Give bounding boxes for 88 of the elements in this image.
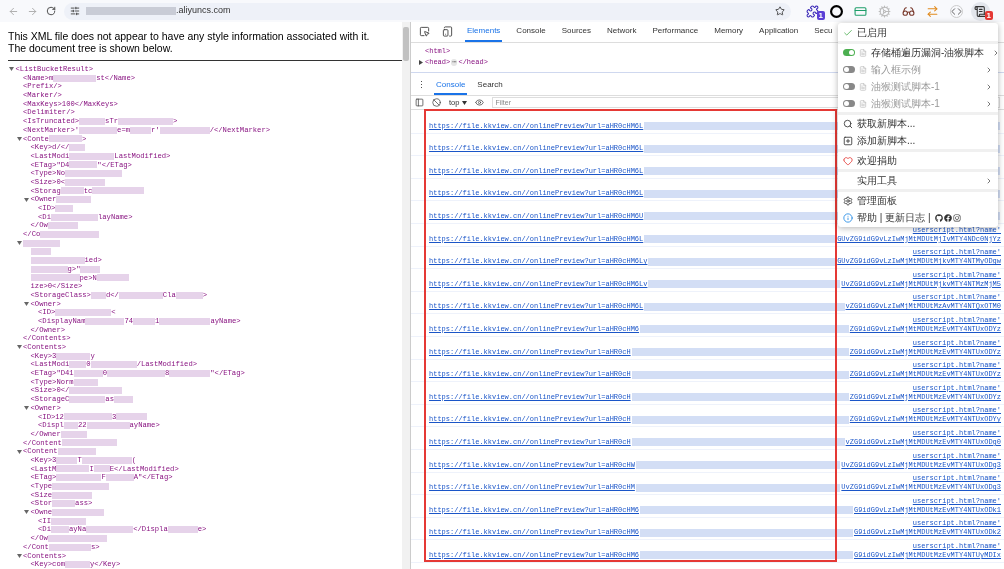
menu-item[interactable]: 实用工具 bbox=[838, 172, 998, 189]
devtools-tab[interactable]: Secu bbox=[812, 21, 835, 42]
scrollbar[interactable] bbox=[402, 22, 410, 569]
devtools-tab[interactable]: Network bbox=[605, 21, 639, 42]
url-text: .aliyuncs.com bbox=[176, 4, 231, 18]
inspect-icon[interactable] bbox=[419, 26, 430, 37]
search-icon bbox=[843, 118, 853, 129]
collapse-triangle-icon[interactable] bbox=[9, 67, 15, 72]
drawer-tab[interactable]: Search bbox=[475, 77, 505, 95]
expand-triangle-icon[interactable] bbox=[418, 60, 423, 65]
toggle-switch[interactable] bbox=[843, 83, 855, 90]
menu-item[interactable]: 欢迎捐助 bbox=[838, 152, 998, 169]
reload-icon[interactable] bbox=[46, 6, 56, 16]
collapse-triangle-icon[interactable] bbox=[16, 241, 22, 246]
menu-label: 油猴测试脚本-1 bbox=[871, 97, 940, 111]
check-icon bbox=[843, 27, 853, 38]
script-icon[interactable] bbox=[974, 4, 987, 18]
circle-f-icon[interactable] bbox=[943, 213, 952, 222]
menu-item[interactable]: 获取新脚本... bbox=[838, 115, 998, 132]
drawer-tab[interactable]: Console bbox=[434, 77, 468, 95]
menu-label: 欢迎捐助 bbox=[857, 154, 897, 168]
menu-label: 油猴测试脚本-1 bbox=[871, 80, 940, 94]
devtools-tab[interactable]: Performance bbox=[650, 21, 701, 42]
glasses-icon[interactable] bbox=[902, 4, 915, 18]
address-bar[interactable]: .aliyuncs.com bbox=[64, 2, 791, 20]
menu-item[interactable]: 管理面板 bbox=[838, 192, 998, 209]
menu-label: 帮助 | 更新日志 | bbox=[857, 211, 931, 225]
redaction-blur bbox=[65, 561, 90, 569]
collapse-triangle-icon[interactable] bbox=[16, 345, 22, 350]
menu-label: 添加新脚本... bbox=[857, 134, 916, 148]
xml-notice: This XML file does not appear to have any style information associated with it. The document tree is shown below. bbox=[8, 30, 371, 54]
collapse-triangle-icon[interactable] bbox=[24, 301, 30, 306]
count-badge: 1 bbox=[816, 10, 825, 20]
menu-item[interactable]: 添加新脚本... bbox=[838, 132, 998, 149]
redaction-blur bbox=[90, 291, 106, 299]
redaction-blur bbox=[175, 291, 203, 299]
github-icon[interactable] bbox=[934, 213, 943, 222]
menu-item[interactable]: 存储桶遍历漏洞-油猴脚本 bbox=[838, 44, 998, 61]
submenu-chevron-icon bbox=[985, 176, 993, 185]
drawer-menu[interactable]: ⋮ bbox=[417, 78, 426, 92]
settings-icon bbox=[843, 195, 853, 206]
menu-label: 已启用 bbox=[857, 26, 887, 40]
menu-item[interactable]: 帮助 | 更新日志 | bbox=[838, 209, 998, 226]
heart-icon bbox=[843, 155, 853, 166]
menu-label: 存储桶遍历漏洞-油猴脚本 bbox=[871, 46, 985, 60]
redaction-blur bbox=[159, 317, 211, 325]
eye-icon[interactable] bbox=[475, 98, 485, 107]
redaction-blur bbox=[53, 74, 97, 82]
info-icon bbox=[843, 212, 853, 223]
document-icon bbox=[859, 82, 867, 91]
collapse-triangle-icon[interactable] bbox=[24, 510, 30, 515]
count-badge: 1 bbox=[984, 10, 993, 20]
menu-label: 输入框示例 bbox=[871, 63, 921, 77]
menu-label: 管理面板 bbox=[857, 194, 897, 208]
redaction-blur bbox=[169, 369, 211, 377]
devtools-tab[interactable]: Memory bbox=[712, 21, 746, 42]
collapse-triangle-icon[interactable] bbox=[24, 406, 30, 411]
collapse-triangle-icon[interactable] bbox=[16, 449, 22, 454]
collapse-triangle-icon[interactable] bbox=[24, 197, 30, 202]
toggle-switch[interactable] bbox=[843, 66, 855, 73]
menu-label: 实用工具 bbox=[857, 174, 897, 188]
collapse-triangle-icon[interactable] bbox=[16, 553, 22, 558]
puzzle-icon[interactable] bbox=[806, 4, 819, 18]
collapse-triangle-icon[interactable] bbox=[16, 136, 22, 141]
redaction-blur bbox=[133, 317, 156, 325]
devtools-tab[interactable]: Elements bbox=[465, 21, 503, 42]
plus-square-icon bbox=[843, 135, 853, 146]
sidebar-icon[interactable] bbox=[415, 98, 424, 107]
ring-icon[interactable] bbox=[830, 4, 843, 18]
menu-item[interactable]: 已启用 bbox=[838, 24, 998, 41]
devtools-tab[interactable]: Application bbox=[757, 21, 801, 42]
menu-label: 获取新脚本... bbox=[857, 117, 916, 131]
camera-icon[interactable] bbox=[952, 213, 961, 222]
document-icon bbox=[859, 65, 867, 74]
redaction-blur bbox=[167, 526, 198, 534]
redaction-blur bbox=[118, 291, 163, 299]
site-settings-icon[interactable] bbox=[70, 6, 80, 16]
caret-icon bbox=[462, 100, 468, 105]
document-icon bbox=[859, 99, 867, 108]
devtools-tab[interactable]: Console bbox=[514, 21, 548, 42]
toggle-switch[interactable] bbox=[843, 49, 855, 56]
card-icon[interactable] bbox=[854, 4, 867, 18]
document-icon bbox=[859, 48, 867, 57]
bookmark-star-icon[interactable] bbox=[775, 6, 785, 16]
device-toolbar-icon[interactable] bbox=[442, 26, 453, 37]
toggle-switch[interactable] bbox=[843, 100, 855, 107]
devtools-tab[interactable]: Sources bbox=[559, 21, 594, 42]
clear-icon[interactable] bbox=[432, 98, 441, 107]
